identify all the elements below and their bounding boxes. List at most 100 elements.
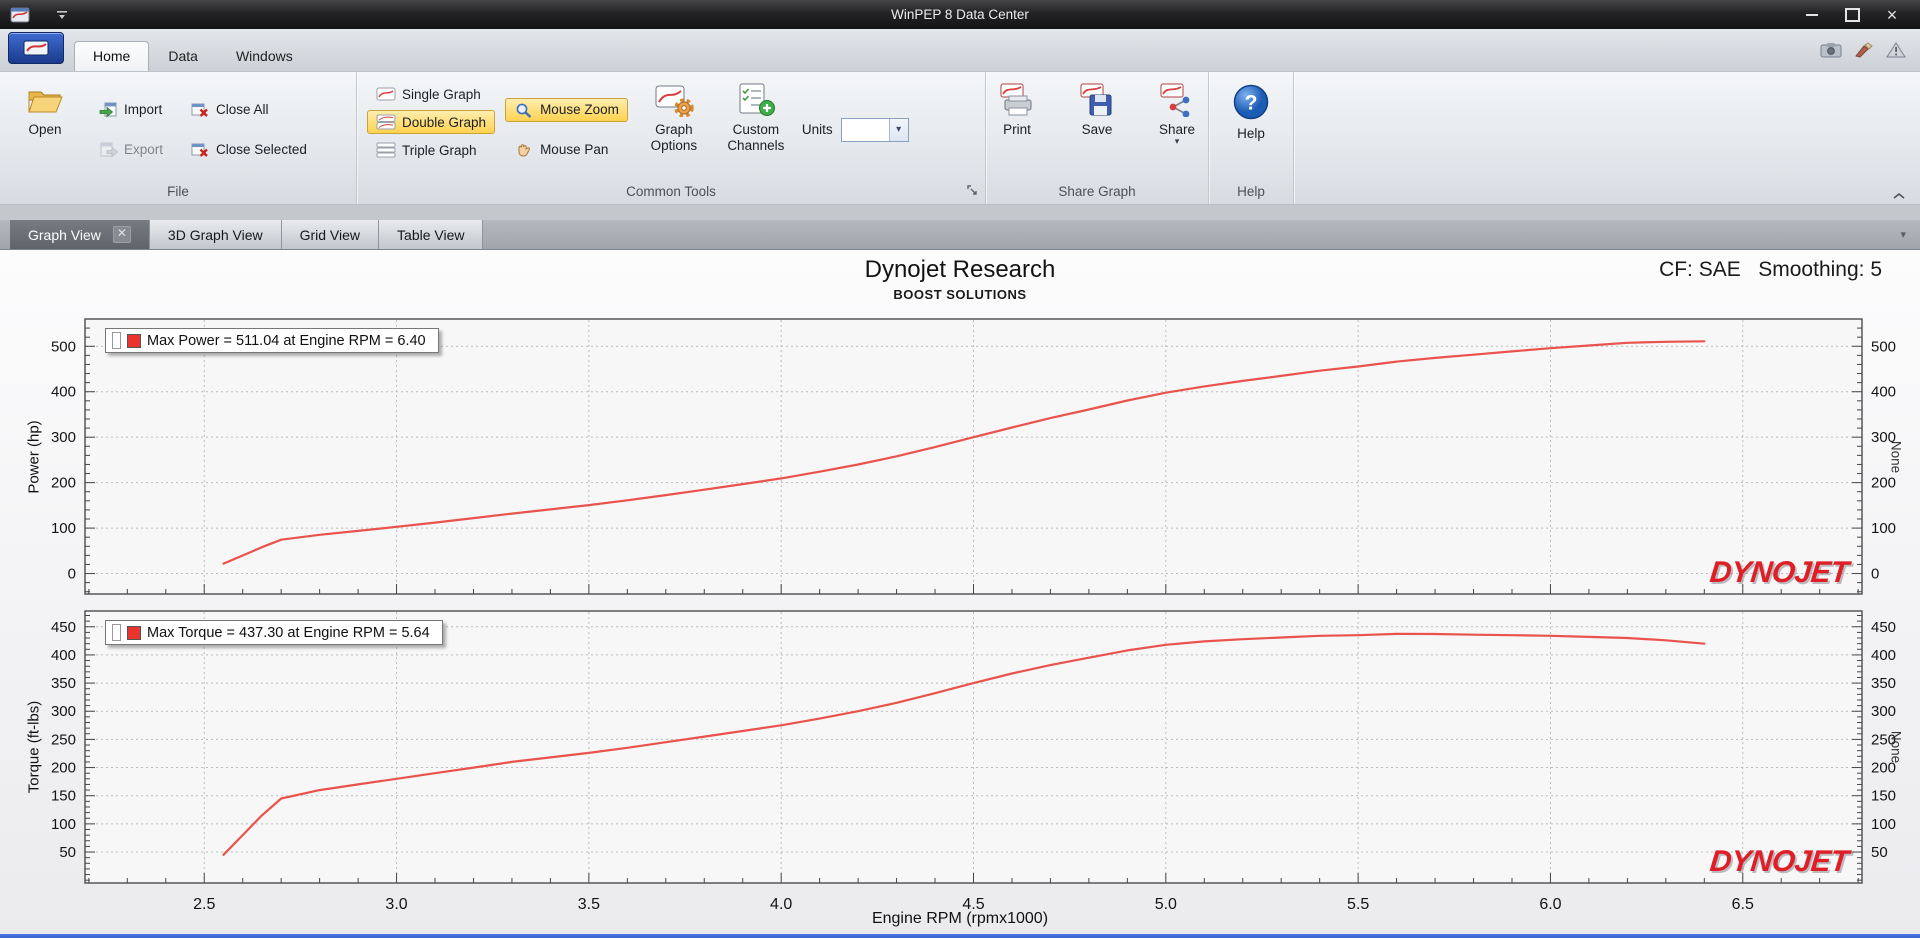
minimize-button[interactable]: [1792, 2, 1832, 28]
dialog-launcher-icon[interactable]: [966, 184, 979, 197]
svg-text:?: ?: [1245, 92, 1258, 115]
mouse-zoom-button[interactable]: Mouse Zoom: [505, 97, 628, 122]
mouse-pan-button[interactable]: Mouse Pan: [505, 138, 628, 162]
svg-text:100: 100: [1871, 816, 1896, 833]
close-all-button[interactable]: Close All: [182, 98, 316, 122]
group-label-share-graph: Share Graph: [1058, 184, 1136, 199]
common-tools-label-text: Common Tools: [626, 184, 716, 199]
export-button[interactable]: Export: [90, 138, 172, 162]
svg-text:300: 300: [51, 703, 76, 720]
help-button[interactable]: ? Help: [1216, 78, 1286, 181]
ribbon-tab-windows-label: Windows: [235, 48, 293, 64]
torque-legend[interactable]: Max Torque = 437.30 at Engine RPM = 5.64: [105, 620, 443, 645]
ribbon: Open Import Export Close All Close Selec…: [0, 72, 1920, 205]
svg-text:400: 400: [51, 384, 76, 401]
mouse-zoom-label: Mouse Zoom: [540, 102, 619, 117]
graph-options-label: Graph Options: [650, 122, 698, 153]
svg-text:200: 200: [51, 475, 76, 492]
import-button-label: Import: [124, 102, 163, 117]
power-series-swatch: [127, 333, 141, 348]
save-button[interactable]: Save: [1062, 78, 1132, 181]
graph-subtitle: BOOST SOLUTIONS: [893, 287, 1027, 302]
custom-channels-label: Custom Channels: [727, 122, 785, 153]
application-menu-button[interactable]: [8, 32, 64, 64]
tab-table-view[interactable]: Table View: [379, 220, 484, 249]
graph-title: Dynojet Research: [864, 256, 1056, 283]
ribbon-tab-windows[interactable]: Windows: [217, 41, 312, 71]
svg-text:500: 500: [51, 338, 76, 355]
svg-text:300: 300: [51, 429, 76, 446]
ribbon-group-file: Open Import Export Close All Close Selec…: [0, 72, 357, 204]
titlebar: WinPEP 8 Data Center ×: [0, 0, 1920, 29]
svg-text:100: 100: [51, 520, 76, 537]
ribbon-tab-data-label: Data: [168, 48, 198, 64]
close-selected-button-label: Close Selected: [216, 142, 307, 157]
torque-right-axis-label: None: [1888, 730, 1904, 764]
import-button[interactable]: Import: [90, 98, 172, 122]
tab-graph-view[interactable]: Graph View ✕: [10, 220, 150, 249]
export-icon: [99, 142, 118, 158]
export-button-label: Export: [124, 142, 164, 157]
collapse-ribbon-icon[interactable]: [1892, 192, 1906, 200]
document-tab-bar: Graph View ✕ 3D Graph View Grid View Tab…: [0, 220, 1920, 250]
triple-graph-button[interactable]: Triple Graph: [367, 138, 495, 162]
torque-plot-area[interactable]: [85, 611, 1862, 883]
share-dropdown-icon: ▾: [1174, 135, 1180, 146]
tab-3d-graph-view[interactable]: 3D Graph View: [149, 220, 282, 249]
graph-view-panel: 0 0 100 100 200 200 300 300 400 400 500 500 50 50 100 1…: [0, 250, 1920, 934]
save-icon: [1077, 83, 1117, 117]
svg-text:0: 0: [1871, 566, 1879, 583]
warning-icon[interactable]: [1886, 42, 1906, 58]
ribbon-group-help: ? Help Help: [1209, 72, 1294, 204]
ribbon-tab-home[interactable]: Home: [74, 41, 150, 71]
units-dropdown[interactable]: ▾: [840, 117, 909, 142]
single-graph-button[interactable]: Single Graph: [367, 82, 495, 106]
close-all-button-label: Close All: [216, 102, 269, 117]
group-label-common-tools: Common Tools: [357, 181, 985, 204]
tab-graph-view-label: Graph View: [28, 226, 101, 243]
print-button-label: Print: [1003, 122, 1031, 137]
close-selected-button[interactable]: Close Selected: [182, 138, 316, 162]
print-button[interactable]: Print: [982, 78, 1052, 181]
svg-text:150: 150: [51, 788, 76, 805]
tab-table-view-label: Table View: [397, 226, 465, 243]
winpep-window: WinPEP 8 Data Center × Home Data Windows: [0, 0, 1920, 938]
svg-text:500: 500: [1871, 338, 1896, 355]
share-button[interactable]: Share ▾: [1142, 78, 1212, 181]
svg-text:350: 350: [51, 675, 76, 692]
tab-overflow-icon[interactable]: ▾: [1900, 228, 1906, 241]
print-icon: [997, 83, 1037, 117]
units-label: Units: [801, 122, 833, 137]
maximize-button[interactable]: [1832, 2, 1872, 28]
close-button[interactable]: ×: [1872, 2, 1912, 28]
ribbon-tab-data[interactable]: Data: [149, 41, 217, 71]
close-selected-icon: [191, 142, 210, 158]
ribbon-empty-space: [1294, 72, 1920, 204]
winpep-logo-icon: [23, 40, 49, 56]
custom-channels-button[interactable]: Custom Channels: [720, 78, 792, 181]
camera-icon[interactable]: [1820, 42, 1842, 58]
chevron-down-icon: ▾: [888, 118, 908, 141]
svg-text:400: 400: [1871, 384, 1896, 401]
single-graph-label: Single Graph: [402, 86, 481, 102]
quick-access-icon[interactable]: [56, 10, 68, 20]
legend-handle: [112, 624, 121, 641]
svg-text:400: 400: [1871, 647, 1896, 664]
power-legend-label: Max Power = 511.04 at Engine RPM = 6.40: [147, 332, 426, 349]
brush-icon[interactable]: [1854, 42, 1874, 58]
double-graph-button[interactable]: Double Graph: [367, 110, 496, 134]
power-legend[interactable]: Max Power = 511.04 at Engine RPM = 6.40: [105, 328, 439, 353]
torque-legend-label: Max Torque = 437.30 at Engine RPM = 5.64: [147, 624, 430, 641]
svg-text:150: 150: [1871, 788, 1896, 805]
power-plot-area[interactable]: [85, 319, 1862, 594]
window-background-band: [0, 205, 1920, 220]
tab-grid-view[interactable]: Grid View: [281, 220, 380, 249]
power-axis-label: Power (hp): [25, 420, 43, 494]
tab-grid-view-label: Grid View: [299, 226, 361, 243]
close-tab-icon[interactable]: ✕: [112, 226, 131, 243]
open-button[interactable]: Open: [10, 78, 80, 181]
graph-options-button[interactable]: Graph Options: [638, 78, 710, 181]
power-right-axis-label: None: [1888, 440, 1904, 474]
torque-series-swatch: [127, 625, 141, 640]
window-title: WinPEP 8 Data Center: [891, 7, 1029, 22]
